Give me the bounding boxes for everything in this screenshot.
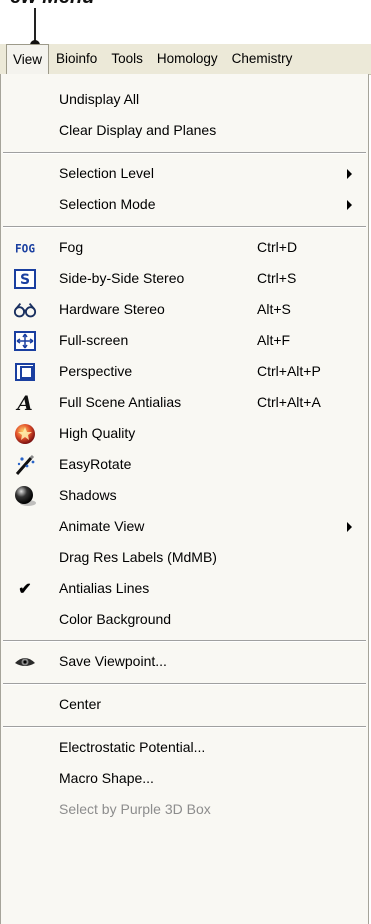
menu-item-label: Full Scene Antialias: [59, 394, 182, 410]
menu-item-antialias-lines[interactable]: ✔ Antialias Lines: [1, 573, 368, 604]
menubar-item-bioinfo[interactable]: Bioinfo: [49, 44, 104, 74]
menu-item-high-quality[interactable]: High Quality: [1, 418, 368, 449]
high-quality-icon: [13, 422, 37, 446]
menu-item-electrostatic-potential[interactable]: Electrostatic Potential...: [1, 732, 368, 763]
menu-item-clear-display-and-planes[interactable]: Clear Display and Planes: [1, 115, 368, 146]
menu-item-shortcut: Alt+S: [257, 301, 291, 317]
menubar-item-chemistry[interactable]: Chemistry: [225, 44, 300, 74]
menu-item-center[interactable]: Center: [1, 689, 368, 720]
menu-separator: [3, 683, 366, 685]
menu-item-full-screen[interactable]: Full-screen Alt+F: [1, 325, 368, 356]
menu-item-label: Clear Display and Planes: [59, 122, 217, 138]
menu-item-label: High Quality: [59, 425, 136, 441]
menu-item-label: Color Background: [59, 611, 172, 627]
fullscreen-icon: [13, 329, 37, 353]
menu-item-shortcut: Ctrl+Alt+A: [257, 394, 321, 410]
menu-item-selection-mode[interactable]: Selection Mode: [1, 189, 368, 220]
menu-item-label: Animate View: [59, 518, 145, 534]
svg-text:S: S: [20, 272, 30, 288]
menubar-item-homology[interactable]: Homology: [150, 44, 225, 74]
menu-item-label: EasyRotate: [59, 456, 132, 472]
menu-item-label: Fog: [59, 239, 84, 255]
menu-separator: [3, 152, 366, 154]
menu-bar: View Bioinfo Tools Homology Chemistry: [0, 44, 371, 75]
antialias-a-icon: A: [13, 391, 37, 415]
menu-separator: [3, 726, 366, 728]
svg-text:A: A: [15, 392, 33, 414]
menu-item-macro-shape[interactable]: Macro Shape...: [1, 763, 368, 794]
shadow-sphere-icon: [13, 484, 37, 508]
menubar-item-tools[interactable]: Tools: [104, 44, 150, 74]
checkmark-icon: ✔: [18, 581, 32, 598]
menu-item-color-background[interactable]: Color Background: [1, 604, 368, 635]
menu-item-label: Undisplay All: [59, 91, 140, 107]
callout-pointer-line: [34, 8, 36, 44]
callout-annotation: ew Menu: [0, 0, 371, 50]
menu-item-label: Selection Level: [59, 165, 154, 181]
svg-text:FOG: FOG: [15, 243, 35, 256]
menu-item-save-viewpoint[interactable]: Save Viewpoint...: [1, 646, 368, 677]
menubar-item-view[interactable]: View: [6, 44, 50, 74]
stereo-glasses-icon: [13, 298, 37, 322]
menu-item-full-scene-antialias[interactable]: A Full Scene Antialias Ctrl+Alt+A: [1, 387, 368, 418]
menu-item-shortcut: Ctrl+Alt+P: [257, 363, 321, 379]
submenu-arrow-icon: [347, 169, 352, 179]
menu-item-perspective[interactable]: Perspective Ctrl+Alt+P: [1, 356, 368, 387]
view-dropdown-menu: Undisplay All Clear Display and Planes S…: [0, 74, 369, 924]
menu-item-label: Hardware Stereo: [59, 301, 165, 317]
menu-item-label: Drag Res Labels (MdMB): [59, 549, 217, 565]
easyrotate-icon: [13, 453, 37, 477]
submenu-arrow-icon: [347, 200, 352, 210]
menu-item-shortcut: Alt+F: [257, 332, 291, 348]
menu-item-easyrotate[interactable]: EasyRotate: [1, 449, 368, 480]
menu-item-shortcut: Ctrl+S: [257, 270, 297, 286]
menu-item-label: Shadows: [59, 487, 117, 503]
menu-item-label: Electrostatic Potential...: [59, 739, 206, 755]
stereo-s-icon: S: [13, 267, 37, 291]
eye-icon: [13, 650, 37, 674]
menu-item-label: Selection Mode: [59, 196, 156, 212]
menu-item-drag-res-labels[interactable]: Drag Res Labels (MdMB): [1, 542, 368, 573]
menu-item-animate-view[interactable]: Animate View: [1, 511, 368, 542]
menu-item-fog[interactable]: FOG Fog Ctrl+D: [1, 232, 368, 263]
submenu-arrow-icon: [347, 522, 352, 532]
perspective-icon: [13, 360, 37, 384]
menu-item-shadows[interactable]: Shadows: [1, 480, 368, 511]
menu-item-undisplay-all[interactable]: Undisplay All: [1, 84, 368, 115]
menu-item-select-by-purple-3d-box: Select by Purple 3D Box: [1, 794, 368, 825]
menu-item-label: Center: [59, 696, 102, 712]
menu-item-label: Select by Purple 3D Box: [59, 801, 211, 817]
menu-item-shortcut: Ctrl+D: [257, 239, 298, 255]
menu-separator: [3, 226, 366, 228]
menu-item-selection-level[interactable]: Selection Level: [1, 158, 368, 189]
menu-item-hardware-stereo[interactable]: Hardware Stereo Alt+S: [1, 294, 368, 325]
menu-item-side-by-side-stereo[interactable]: S Side-by-Side Stereo Ctrl+S: [1, 263, 368, 294]
menu-item-label: Full-screen: [59, 332, 129, 348]
menu-item-label: Antialias Lines: [59, 580, 150, 596]
menu-item-label: Side-by-Side Stereo: [59, 270, 185, 286]
menu-item-label: Save Viewpoint...: [59, 653, 167, 669]
menu-item-label: Perspective: [59, 363, 133, 379]
menu-item-label: Macro Shape...: [59, 770, 154, 786]
fog-icon: FOG: [13, 236, 37, 260]
callout-label: ew Menu: [10, 0, 94, 9]
menu-separator: [3, 640, 366, 642]
